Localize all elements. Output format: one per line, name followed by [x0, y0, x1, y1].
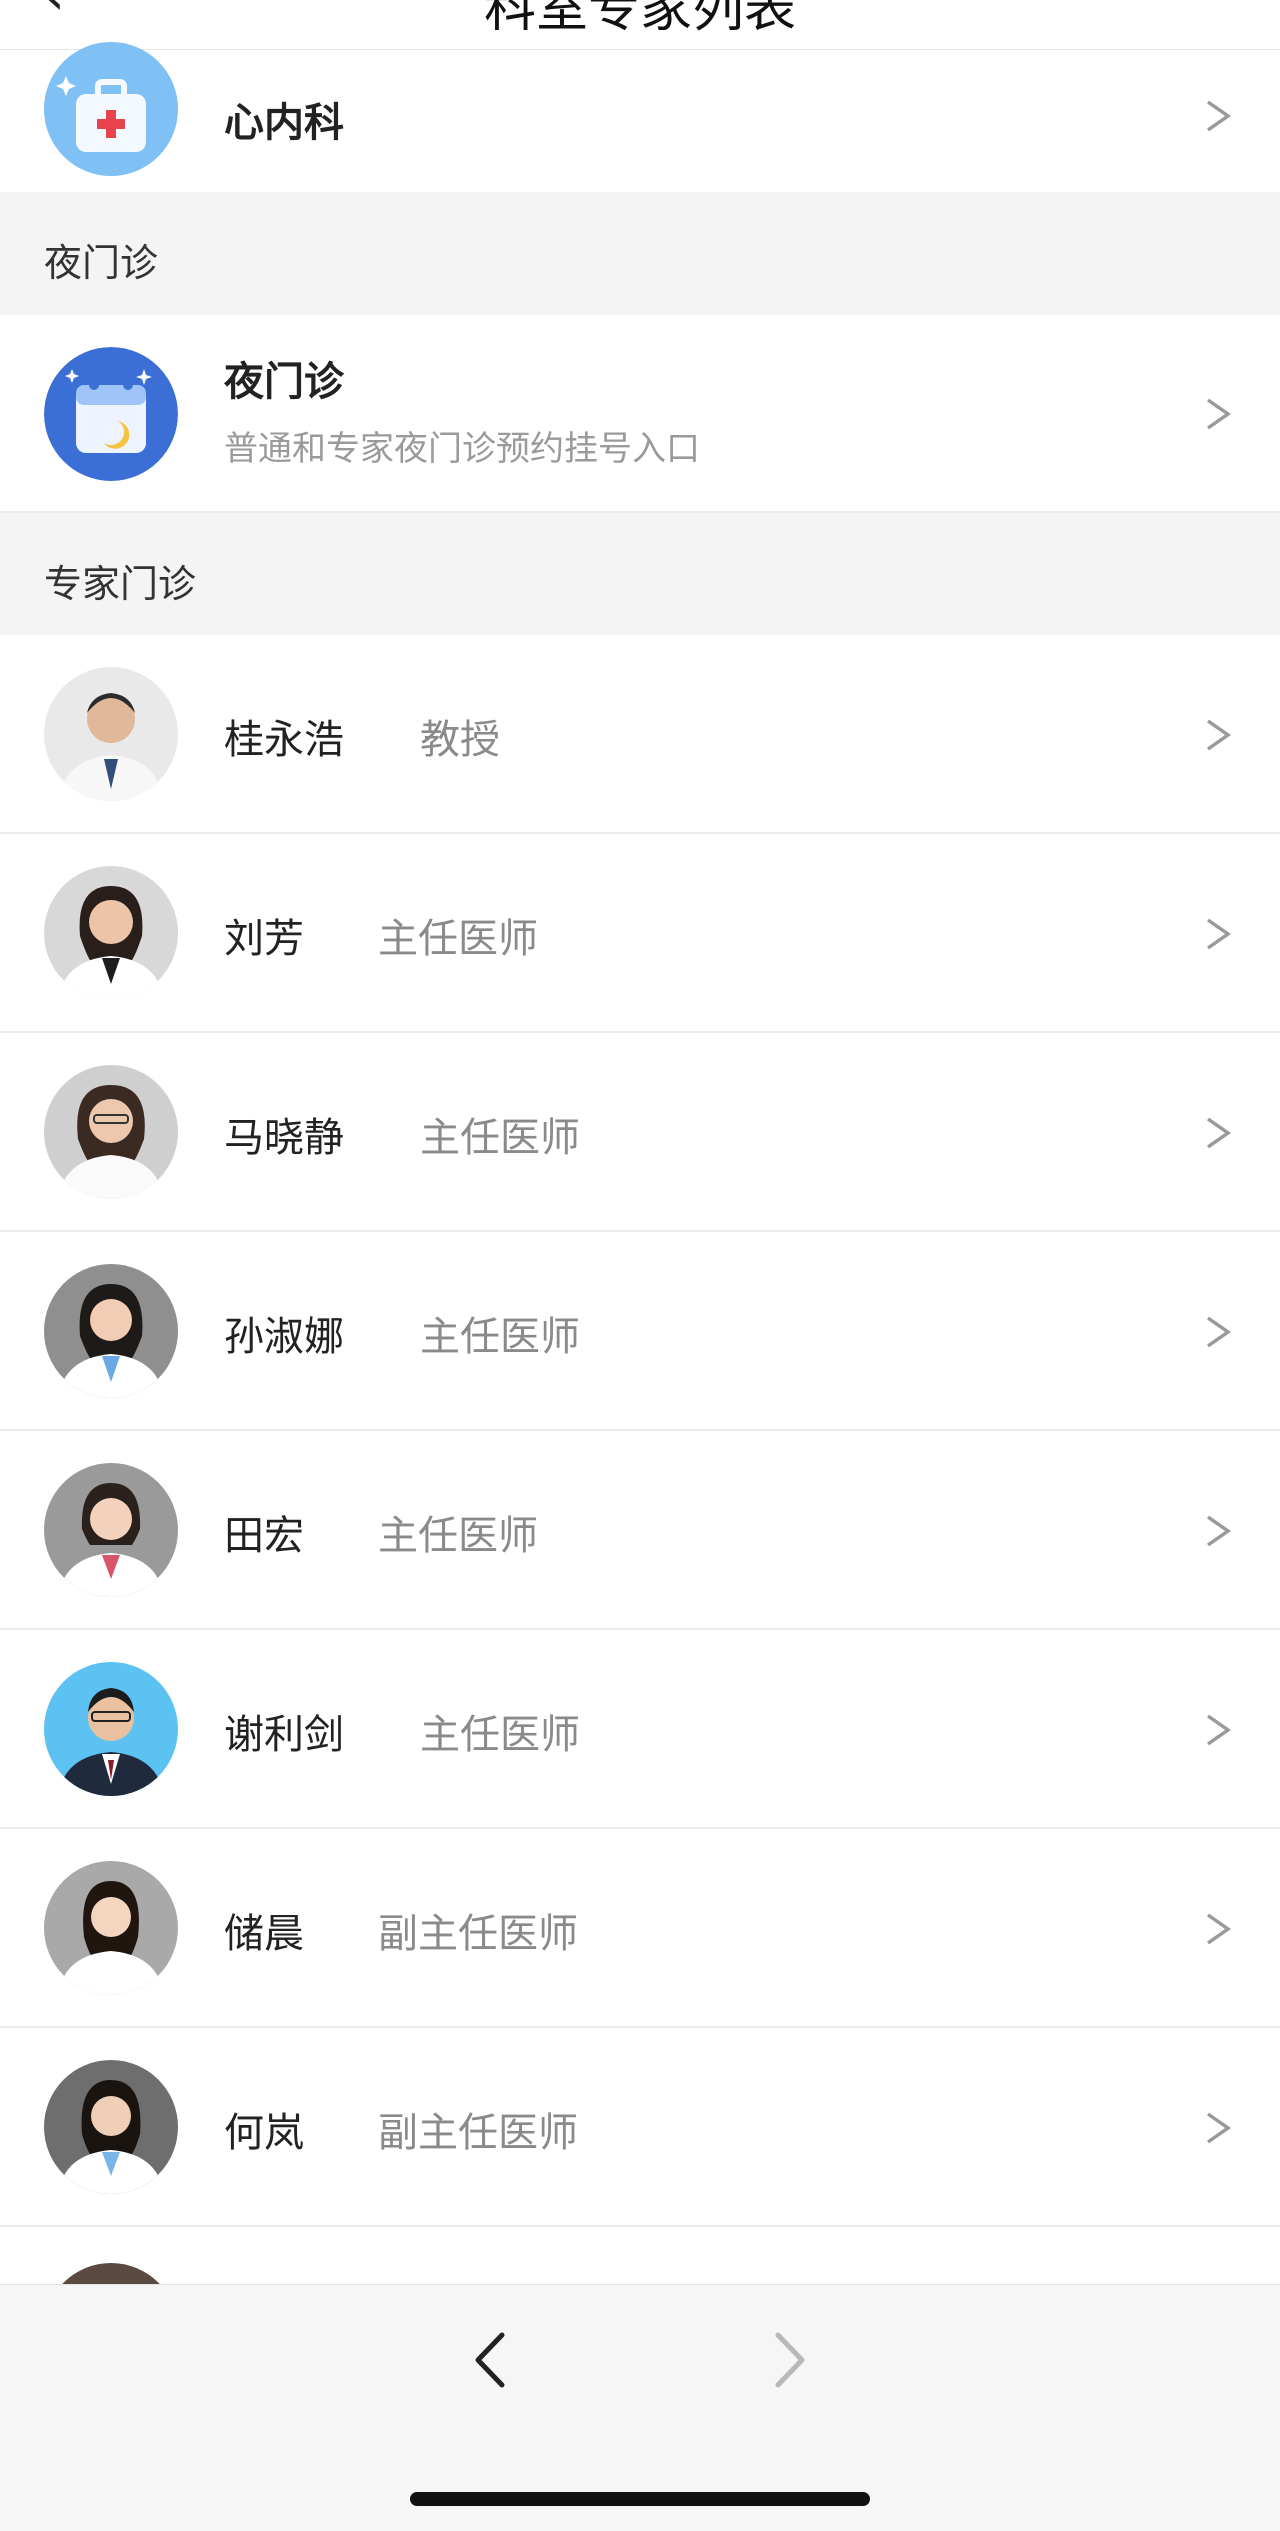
chevron-right-icon [1206, 100, 1232, 132]
doctor-name: 桂永浩 [224, 717, 344, 763]
doctor-title: 主任医师 [420, 1712, 580, 1758]
doctor-name: 马晓静 [224, 1115, 344, 1161]
doctor-avatar [44, 1264, 178, 1398]
doctor-name: 孙淑娜 [224, 1314, 344, 1360]
doctor-row[interactable]: 孙淑娜 主任医师 [0, 1232, 1280, 1431]
chevron-right-icon [1206, 398, 1232, 430]
section-title: 专家门诊 [44, 562, 197, 606]
chevron-right-icon [1206, 1316, 1232, 1348]
doctor-avatar [44, 1861, 178, 1995]
back-arrow-icon[interactable] [460, 2325, 520, 2395]
chevron-right-icon [1206, 1117, 1232, 1149]
page-title: 科室专家列表 [483, 0, 796, 39]
doctor-name: 田宏 [224, 1513, 304, 1559]
doctor-row[interactable]: 田宏 主任医师 [0, 1431, 1280, 1630]
doctor-avatar [44, 866, 178, 1000]
doctor-avatar [44, 667, 178, 801]
doctor-title: 主任医师 [378, 916, 538, 962]
doctor-title: 教授 [420, 717, 500, 763]
night-clinic-name: 夜门诊 [224, 359, 344, 405]
top-navigation-bar: ‹ 科室专家列表 [0, 0, 1280, 50]
home-indicator [410, 2492, 870, 2506]
chevron-right-icon [1206, 1515, 1232, 1547]
doctor-avatar [44, 1463, 178, 1597]
doctor-row[interactable]: 何岚 副主任医师 [0, 2028, 1280, 2227]
doctor-row[interactable]: 谢利剑 主任医师 [0, 1630, 1280, 1829]
department-name: 心内科 [224, 100, 344, 146]
doctor-name: 储晨 [224, 1911, 304, 1957]
section-header-night: 夜门诊 [0, 192, 1280, 315]
doctor-title: 主任医师 [420, 1115, 580, 1161]
chevron-right-icon [1206, 2112, 1232, 2144]
section-title: 夜门诊 [44, 241, 159, 285]
doctor-row-partial[interactable] [0, 2227, 1280, 2397]
section-header-experts: 专家门诊 [0, 513, 1280, 635]
doctor-row[interactable]: 马晓静 主任医师 [0, 1033, 1280, 1232]
doctor-name: 何岚 [224, 2110, 304, 2156]
doctor-avatar [44, 2060, 178, 2194]
doctor-row[interactable]: 桂永浩 教授 [0, 635, 1280, 834]
doctor-row[interactable]: 储晨 副主任医师 [0, 1829, 1280, 2028]
doctor-title: 副主任医师 [378, 1911, 578, 1957]
night-calendar-icon [44, 347, 178, 481]
chevron-right-icon [1206, 918, 1232, 950]
chevron-right-icon [1206, 1913, 1232, 1945]
medical-kit-icon [44, 42, 178, 176]
forward-arrow-icon[interactable] [760, 2325, 820, 2395]
doctor-title: 主任医师 [378, 1513, 538, 1559]
chevron-right-icon [1206, 719, 1232, 751]
chevron-right-icon [1206, 1714, 1232, 1746]
doctor-name: 谢利剑 [224, 1712, 344, 1758]
doctor-row[interactable]: 刘芳 主任医师 [0, 834, 1280, 1033]
doctor-title: 主任医师 [420, 1314, 580, 1360]
doctor-avatar [44, 1065, 178, 1199]
doctor-title: 副主任医师 [378, 2110, 578, 2156]
department-row[interactable]: 心内科 [0, 42, 1280, 192]
doctor-name: 刘芳 [224, 916, 304, 962]
night-clinic-description: 普通和专家夜门诊预约挂号入口 [224, 429, 700, 469]
night-clinic-row[interactable]: 夜门诊 普通和专家夜门诊预约挂号入口 [0, 315, 1280, 513]
doctor-avatar [44, 1662, 178, 1796]
